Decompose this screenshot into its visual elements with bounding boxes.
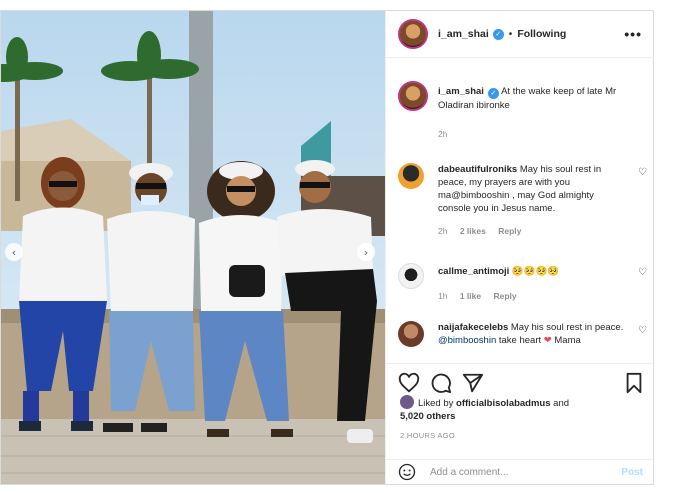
list-item: naijafakecelebs May his soul rest in pea…	[398, 321, 648, 361]
avatar[interactable]	[398, 321, 424, 347]
caption-meta: 2h	[438, 128, 628, 141]
liker-username[interactable]: officialbisolabadmus	[456, 398, 551, 409]
post-comment-button[interactable]: Post	[621, 467, 643, 478]
add-comment-bar: Add a comment... Post	[386, 459, 655, 484]
mention-link[interactable]: @bimbooshin	[438, 335, 496, 346]
next-photo-button[interactable]: ›	[357, 243, 375, 261]
comment-text: May his soul rest in peace.	[510, 322, 624, 333]
heart-icon[interactable]	[398, 372, 420, 394]
comment-text-after: take heart	[498, 335, 542, 346]
post-actions	[386, 363, 655, 399]
comment-input[interactable]: Add a comment...	[430, 467, 508, 478]
avatar[interactable]	[398, 81, 428, 111]
instagram-post: ‹ › i_am_shai ✓ • Following ••• i_am_sha…	[0, 10, 655, 485]
previous-photo-button[interactable]: ‹	[5, 243, 23, 261]
likes-and: and	[553, 398, 570, 409]
comment-text-extra: Mama	[554, 335, 581, 346]
avatar[interactable]	[398, 19, 428, 49]
separator-dot: •	[508, 28, 513, 40]
avatar[interactable]	[398, 163, 424, 189]
comment-body: naijafakecelebs May his soul rest in pea…	[438, 321, 628, 347]
reply-button[interactable]: Reply	[498, 226, 521, 236]
comments-list[interactable]: i_am_shai ✓ At the wake keep of late Mr O…	[386, 71, 655, 361]
post-timestamp[interactable]: 2 HOURS AGO	[400, 431, 455, 440]
comment-username[interactable]: naijafakecelebs	[438, 322, 508, 333]
chevron-left-icon: ‹	[11, 245, 17, 259]
follow-button[interactable]: Following	[517, 28, 566, 40]
like-comment-heart-icon[interactable]: ♡	[638, 167, 648, 178]
comment-icon[interactable]	[430, 372, 452, 394]
post-photo[interactable]: ‹ ›	[1, 11, 385, 484]
liked-by-label: Liked by	[418, 398, 454, 409]
reply-button[interactable]: Reply	[494, 291, 517, 301]
comment-body: dabeautifulroniks May his soul rest in p…	[438, 163, 628, 238]
comment-username[interactable]: callme_antimoji	[438, 266, 509, 277]
comment-text: 🥺🥺🥺🥺	[511, 266, 560, 277]
post-side-panel: i_am_shai ✓ • Following ••• i_am_shai ✓ A…	[385, 11, 655, 484]
comment-username[interactable]: dabeautifulroniks	[438, 164, 517, 175]
like-comment-heart-icon[interactable]: ♡	[638, 325, 648, 336]
emoji-icon[interactable]	[398, 463, 416, 481]
comment-time: 1h	[438, 291, 448, 301]
likes-count[interactable]: 5,020 others	[400, 411, 455, 422]
more-options-icon[interactable]: •••	[624, 26, 642, 42]
post-author-username[interactable]: i_am_shai	[438, 28, 489, 40]
verified-badge-icon: ✓	[487, 88, 499, 99]
chevron-right-icon: ›	[363, 245, 369, 259]
comment-meta: 1h 1 like Reply	[438, 290, 628, 303]
comment-likes[interactable]: 2 likes	[460, 226, 486, 236]
like-comment-heart-icon[interactable]: ♡	[638, 267, 648, 278]
caption-time: 2h	[438, 129, 448, 139]
list-item: callme_antimoji 🥺🥺🥺🥺 1h 1 like Reply ♡	[398, 263, 648, 307]
caption-body: i_am_shai ✓ At the wake keep of late Mr O…	[438, 85, 628, 141]
likes-summary: Liked by officialbisolabadmus and 5,020 …	[400, 395, 645, 423]
red-heart-icon: ❤	[543, 335, 552, 346]
avatar[interactable]	[398, 263, 424, 289]
comment-likes[interactable]: 1 like	[460, 291, 481, 301]
comment-body: callme_antimoji 🥺🥺🥺🥺 1h 1 like Reply	[438, 265, 628, 303]
post-caption: i_am_shai ✓ At the wake keep of late Mr O…	[398, 81, 648, 145]
liker-avatar[interactable]	[400, 395, 414, 409]
caption-username[interactable]: i_am_shai	[438, 86, 484, 97]
photo-illustration	[1, 11, 385, 484]
verified-badge-icon: ✓	[492, 28, 504, 40]
list-item: dabeautifulroniks May his soul rest in p…	[398, 163, 648, 243]
post-header: i_am_shai ✓ • Following •••	[386, 11, 654, 58]
comment-meta: 2h 2 likes Reply	[438, 225, 628, 238]
bookmark-icon[interactable]	[623, 372, 645, 394]
share-icon[interactable]	[462, 372, 484, 394]
comment-time: 2h	[438, 226, 448, 236]
